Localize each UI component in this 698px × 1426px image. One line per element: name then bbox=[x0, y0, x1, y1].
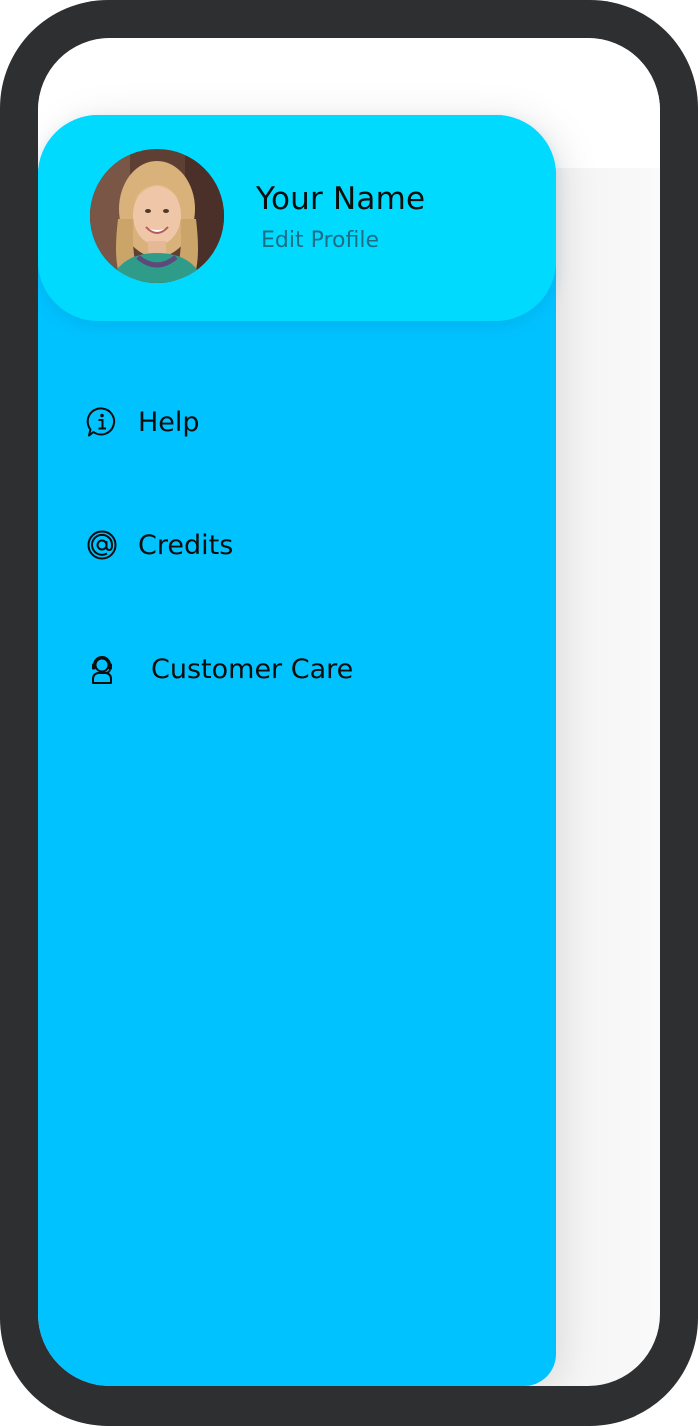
menu-item-customer-care[interactable]: Customer Care bbox=[86, 649, 353, 689]
menu-item-help[interactable]: Help bbox=[86, 402, 200, 442]
profile-name: Your Name bbox=[256, 181, 426, 217]
avatar[interactable] bbox=[90, 149, 224, 283]
menu-label-credits: Credits bbox=[138, 529, 234, 561]
profile-header[interactable]: Your Name Edit Profile bbox=[38, 115, 556, 321]
edit-profile-link[interactable]: Edit Profile bbox=[261, 228, 379, 253]
headset-agent-icon bbox=[86, 653, 118, 685]
navigation-drawer: Your Name Edit Profile Help Credits Cust… bbox=[38, 115, 556, 1386]
menu-item-credits[interactable]: Credits bbox=[86, 525, 233, 565]
menu-label-help: Help bbox=[138, 406, 200, 438]
help-info-icon bbox=[86, 406, 118, 438]
avatar-photo bbox=[90, 149, 224, 283]
phone-screen: Your Name Edit Profile Help Credits Cust… bbox=[38, 38, 660, 1386]
phone-frame: Your Name Edit Profile Help Credits Cust… bbox=[0, 0, 698, 1426]
at-sign-icon bbox=[86, 529, 118, 561]
menu-label-customer-care: Customer Care bbox=[151, 653, 354, 685]
